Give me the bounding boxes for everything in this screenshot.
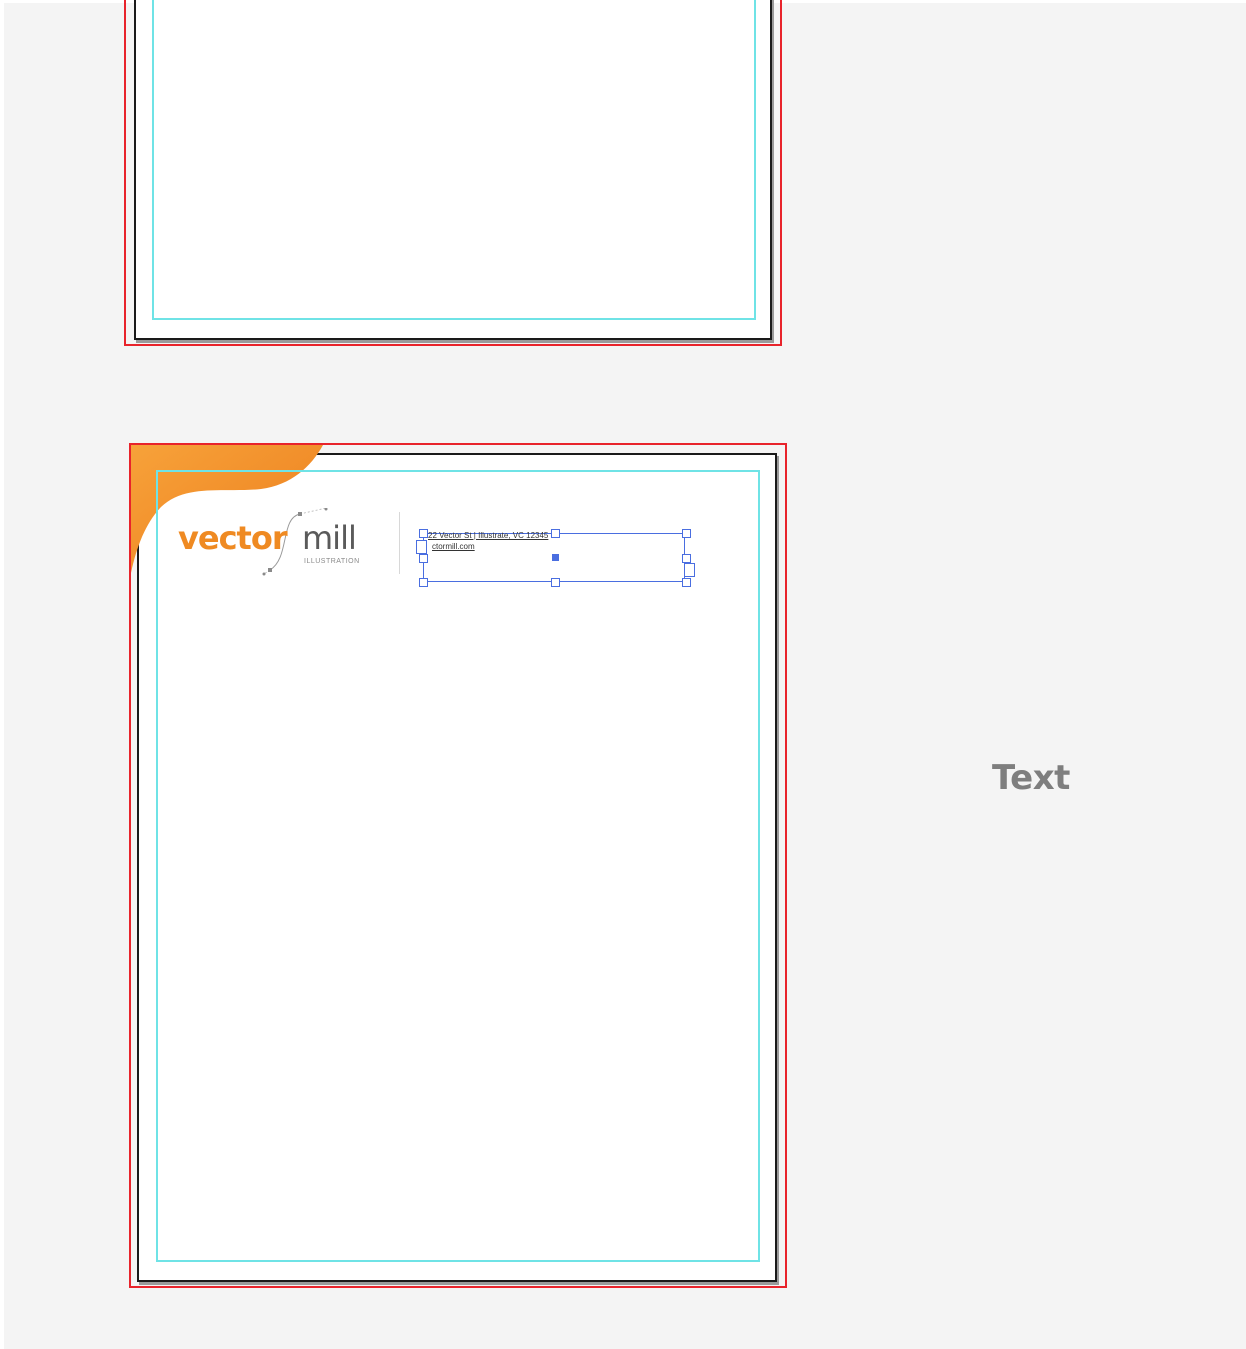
handle-top-right[interactable] <box>682 529 691 538</box>
in-port[interactable] <box>416 540 427 554</box>
logo-word-vector: vector <box>178 519 288 557</box>
text-frame-address-line[interactable]: 22 Vector St | Illustrate, VC 12345 <box>428 531 598 541</box>
handle-middle-left[interactable] <box>419 554 428 563</box>
page-1-margin-guide <box>152 0 756 320</box>
vectormill-logo[interactable]: vector mill ILLUSTRATION <box>178 508 378 578</box>
logo-tagline: ILLUSTRATION <box>304 558 360 565</box>
handle-bottom-center[interactable] <box>551 578 560 587</box>
handle-top-center[interactable] <box>551 529 560 538</box>
frame-center-point[interactable] <box>552 554 559 561</box>
out-port[interactable] <box>684 563 695 577</box>
handle-top-left[interactable] <box>419 529 428 538</box>
handle-bottom-right[interactable] <box>682 578 691 587</box>
handle-middle-right[interactable] <box>682 554 691 563</box>
page-2-margin-guide <box>156 470 760 1262</box>
text-frame-web-line[interactable]: ctormill.com <box>432 542 475 552</box>
header-divider <box>399 512 400 574</box>
overlay-label: Text <box>992 758 1070 798</box>
handle-bottom-left[interactable] <box>419 578 428 587</box>
logo-word-mill: mill <box>302 519 357 557</box>
